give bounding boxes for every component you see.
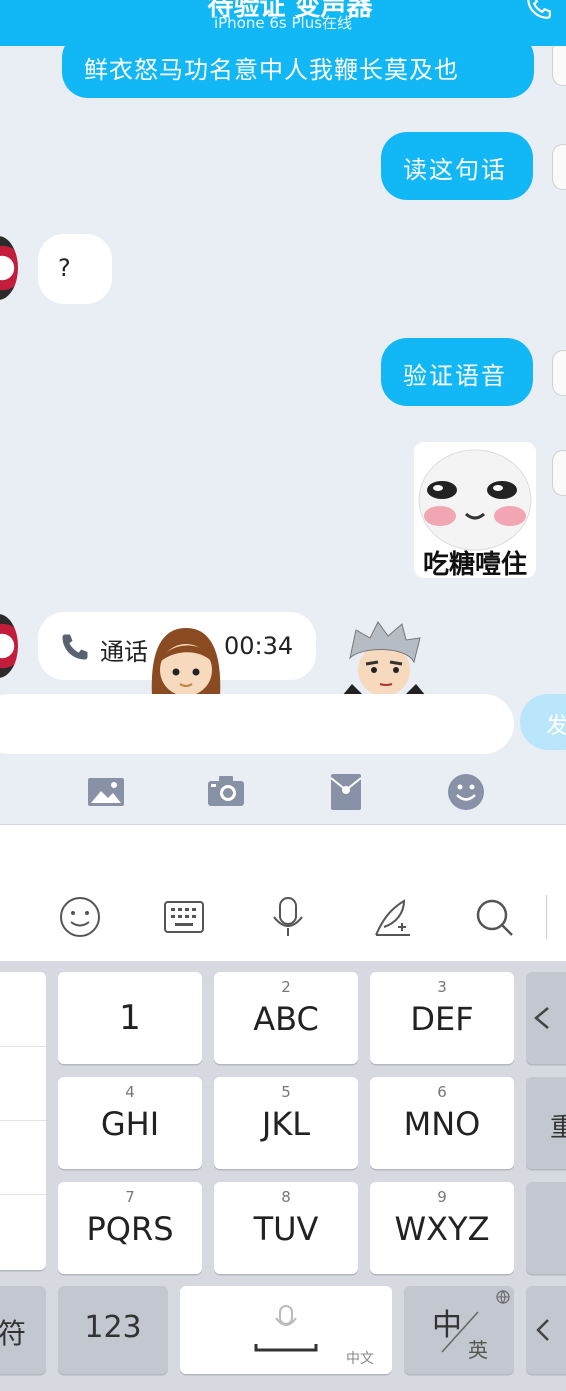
key-2-abc[interactable]: 2 ABC — [214, 972, 358, 1064]
enter-icon — [536, 1319, 549, 1341]
enter-key[interactable] — [526, 1286, 566, 1374]
contact-avatar[interactable] — [0, 614, 18, 678]
space-mic-icon — [254, 1305, 318, 1352]
send-button[interactable]: 发 — [520, 694, 566, 750]
globe-icon — [496, 1290, 510, 1304]
numbers-key[interactable]: 123 — [58, 1286, 168, 1374]
zero-key[interactable] — [526, 1182, 566, 1274]
message-list[interactable]: 鲜衣怒马功名意中人我鞭长莫及也 读这句话 ? 验证语音 吃糖噎住 通话 00:3… — [0, 46, 566, 694]
emoji-icon[interactable] — [446, 772, 486, 812]
sticker-image[interactable]: 吃糖噎住 — [414, 442, 536, 578]
space-key[interactable]: 中文 — [180, 1286, 392, 1374]
message-text: 鲜衣怒马功名意中人我鞭长莫及也 — [84, 56, 459, 84]
backspace-key[interactable] — [526, 972, 566, 1064]
message-input-row: 发 — [0, 694, 566, 758]
keyboard-toolbar — [0, 824, 566, 961]
reenter-key[interactable]: 重 — [526, 1077, 566, 1169]
toolbar-divider — [546, 895, 547, 939]
key-8-tuv[interactable]: 8 TUV — [214, 1182, 358, 1274]
sticker-caption: 吃糖噎住 — [422, 550, 527, 578]
key-5-jkl[interactable]: 5 JKL — [214, 1077, 358, 1169]
message-input[interactable] — [0, 694, 514, 754]
chat-header: 待验证 变声器 iPhone 6s Plus在线 — [0, 0, 566, 46]
girl-character-icon — [151, 628, 221, 694]
red-packet-icon[interactable] — [326, 772, 366, 812]
key-6-mno[interactable]: 6 MNO — [370, 1077, 514, 1169]
keyboard-icon[interactable] — [162, 895, 206, 939]
call-duration: 00:34 — [224, 632, 294, 660]
my-avatar[interactable] — [552, 46, 566, 86]
message-bubble[interactable]: 验证语音 — [381, 338, 533, 406]
key-3-def[interactable]: 3 DEF — [370, 972, 514, 1064]
chat-toolbar — [0, 758, 566, 824]
my-avatar[interactable] — [552, 144, 566, 190]
phone-call-icon[interactable] — [526, 0, 552, 20]
emoji-face-icon[interactable] — [58, 895, 102, 939]
message-text: 验证语音 — [403, 362, 507, 390]
search-icon[interactable] — [472, 895, 516, 939]
language-switch-key[interactable]: 中 英 — [404, 1286, 514, 1374]
camera-icon[interactable] — [206, 772, 246, 812]
contact-avatar[interactable] — [0, 236, 18, 300]
send-label: 发 — [546, 714, 566, 739]
message-bubble[interactable]: ? — [38, 234, 112, 304]
message-text: 读这句话 — [403, 156, 507, 184]
phone-icon — [62, 634, 88, 660]
my-avatar[interactable] — [552, 450, 566, 496]
message-bubble[interactable]: 鲜衣怒马功名意中人我鞭长莫及也 — [62, 46, 534, 98]
key-9-wxyz[interactable]: 9 WXYZ — [370, 1182, 514, 1274]
input-method-keyboard: 1 2 ABC 3 DEF 4 GHI 5 JKL 6 MNO 7 PQRS 8 TUV 9W… — [0, 824, 566, 1391]
handwriting-icon[interactable] — [370, 895, 414, 939]
key-4-ghi[interactable]: 4 GHI — [58, 1077, 202, 1169]
online-status: iPhone 6s Plus在线 — [213, 14, 353, 32]
slash-divider-icon — [441, 1311, 479, 1353]
boy-character-icon — [343, 621, 425, 694]
symbol-key[interactable]: 符 — [0, 1286, 46, 1374]
backspace-icon — [534, 1007, 549, 1029]
key-7-pqrs[interactable]: 7 PQRS — [58, 1182, 202, 1274]
my-avatar[interactable] — [552, 350, 566, 396]
message-text: ? — [58, 254, 71, 282]
call-label: 通话 — [100, 638, 148, 666]
image-icon[interactable] — [86, 772, 126, 812]
key-1[interactable]: 1 — [58, 972, 202, 1064]
symbol-candidate-column[interactable] — [0, 972, 46, 1270]
microphone-icon[interactable] — [266, 895, 310, 939]
message-bubble[interactable]: 读这句话 — [381, 132, 533, 200]
